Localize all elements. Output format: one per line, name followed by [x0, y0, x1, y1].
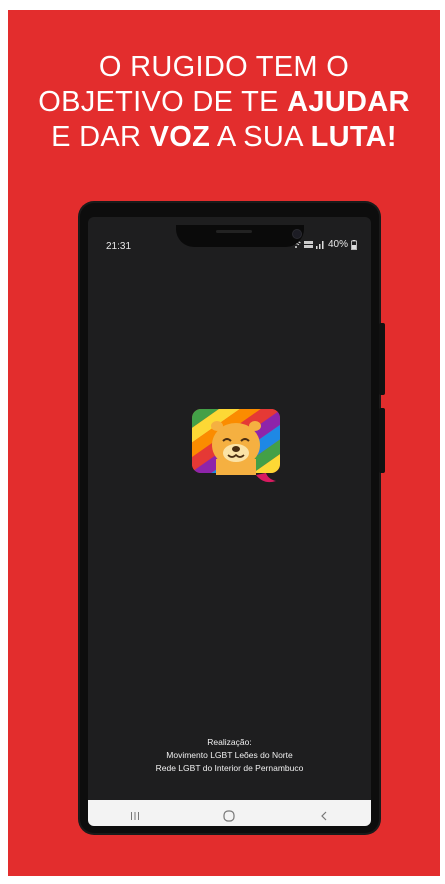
- back-icon: [320, 811, 327, 821]
- home-button[interactable]: [209, 802, 249, 826]
- volte-icon: [303, 240, 313, 249]
- headline-text: OBJETIVO DE TE: [38, 86, 288, 118]
- headline-text: E DAR: [51, 121, 150, 153]
- headline-line-3: E DAR VOZ A SUA LUTA!: [8, 120, 440, 155]
- phone-mockup: 21:31 40% Realização: Movimento LGBT Leõ…: [80, 203, 385, 833]
- phone-screen: 21:31 40% Realização: Movimento LGBT Leõ…: [88, 217, 371, 826]
- lion-rainbow-chat-icon: [192, 409, 284, 489]
- credits: Realização: Movimento LGBT Leões do Nort…: [88, 736, 371, 775]
- recents-button[interactable]: [115, 802, 155, 826]
- status-time: 21:31: [106, 241, 132, 252]
- headline-text: A SUA: [210, 121, 311, 153]
- back-button[interactable]: [304, 802, 344, 826]
- credits-line-1: Movimento LGBT Leões do Norte: [166, 750, 293, 760]
- headline-line-1: O RUGIDO TEM O: [98, 51, 350, 83]
- headline-emphasis: AJUDAR: [287, 86, 410, 118]
- speaker-grille: [216, 230, 252, 233]
- credits-title: Realização:: [207, 737, 252, 747]
- front-camera: [293, 230, 301, 238]
- android-navbar: [88, 800, 371, 826]
- promo-background: O RUGIDO TEM O OBJETIVO DE TE AJUDAR E D…: [8, 10, 440, 876]
- phone-notch: [176, 225, 304, 247]
- power-button: [379, 323, 385, 395]
- battery-icon: [351, 239, 357, 250]
- home-icon: [223, 810, 236, 822]
- battery-text: 40%: [327, 239, 348, 250]
- headline-line-2: OBJETIVO DE TE AJUDAR: [8, 85, 440, 120]
- headline-emphasis: VOZ: [149, 121, 211, 153]
- headline: O RUGIDO TEM O OBJETIVO DE TE AJUDAR E D…: [8, 50, 440, 155]
- headline-emphasis: LUTA!: [310, 121, 397, 153]
- status-icons: 40%: [291, 239, 357, 250]
- volume-button: [379, 408, 385, 473]
- signal-icon: [315, 240, 325, 249]
- credits-line-2: Rede LGBT do Interior de Pernambuco: [155, 763, 304, 773]
- recents-icon: [131, 812, 140, 820]
